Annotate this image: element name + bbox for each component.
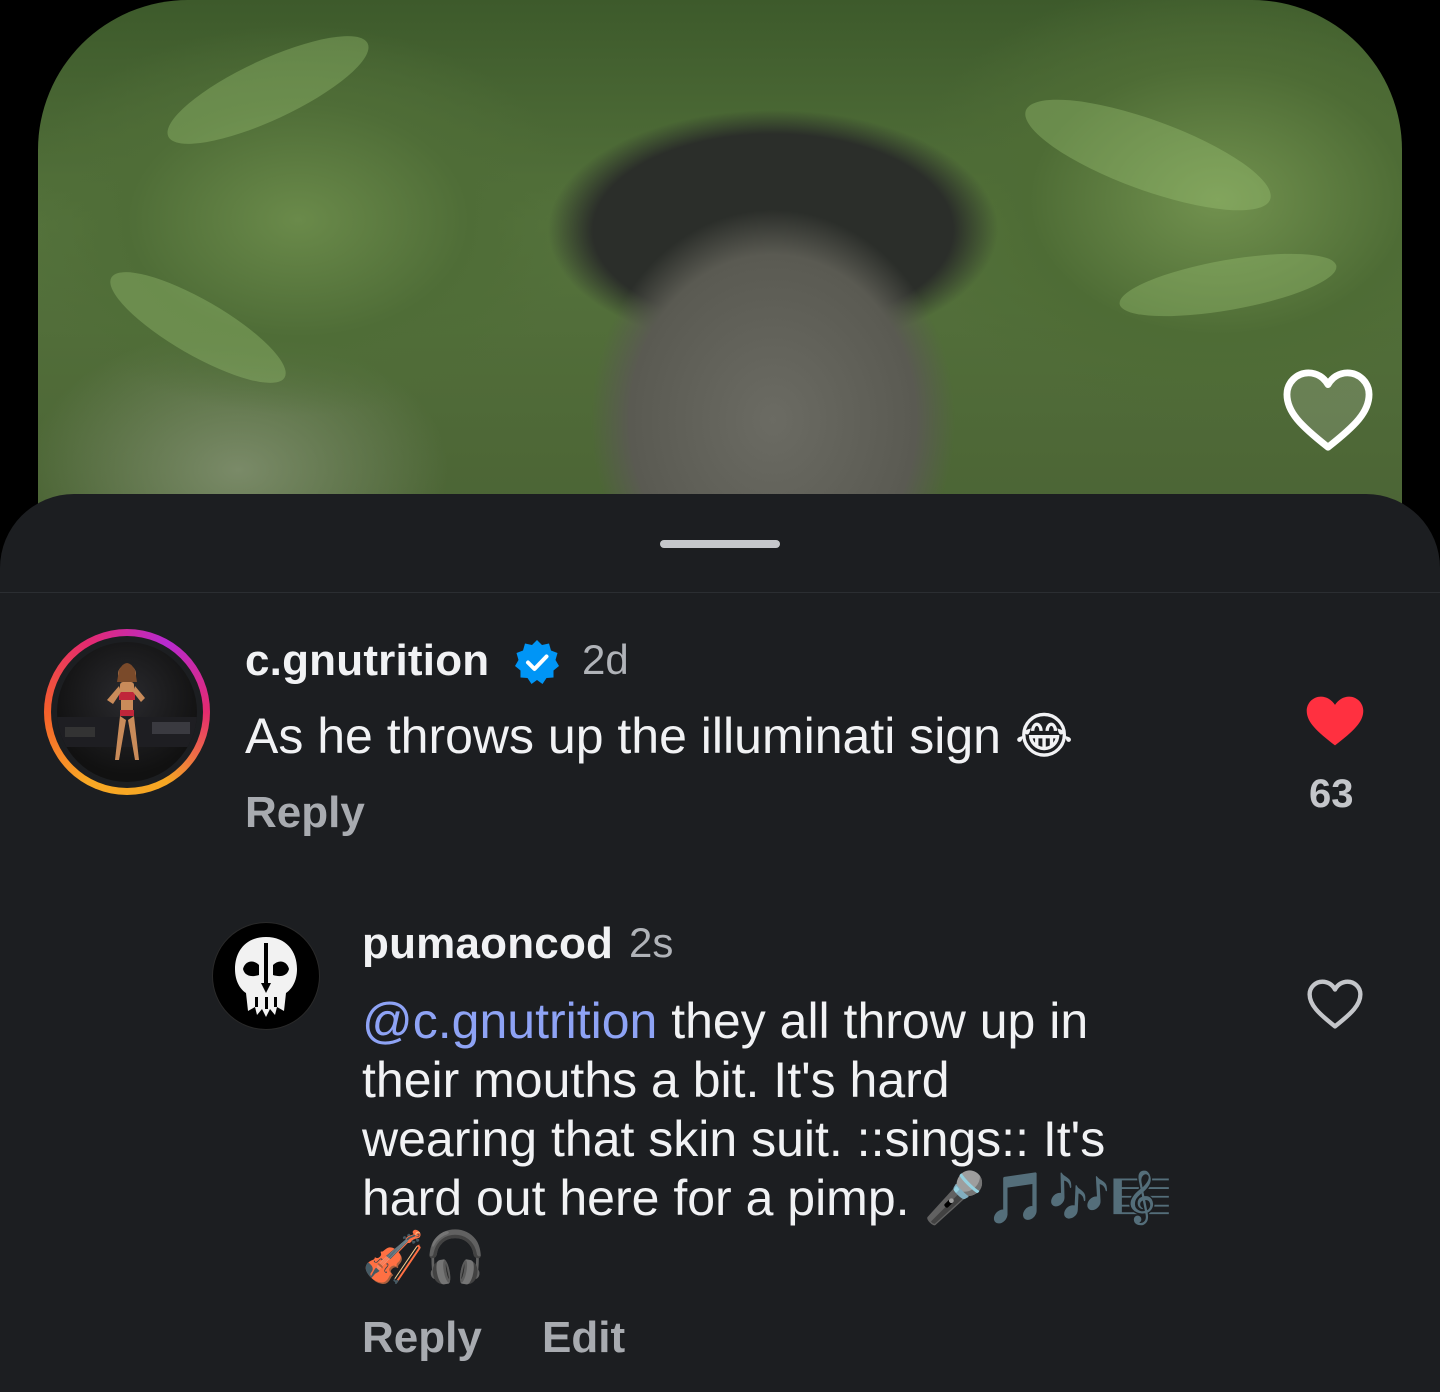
- like-heart-icon[interactable]: [1306, 978, 1364, 1030]
- comment-username[interactable]: c.gnutrition: [245, 636, 489, 686]
- avatar-photo: [57, 642, 197, 782]
- violin-headphones-emojis: 🎻🎧: [362, 1228, 487, 1286]
- verified-badge-icon: [515, 640, 559, 684]
- sheet-divider: [0, 592, 1440, 593]
- comment-text: As he throws up the illuminati sign 😂: [245, 707, 1074, 765]
- reply-button[interactable]: Reply: [245, 788, 365, 838]
- skull-mask-icon: [235, 937, 297, 1017]
- edit-button[interactable]: Edit: [542, 1313, 625, 1363]
- avatar[interactable]: [212, 922, 320, 1030]
- comment-timestamp: 2s: [629, 919, 674, 966]
- comment-timestamp: 2d: [582, 636, 629, 683]
- avatar[interactable]: [44, 629, 210, 795]
- liked-heart-icon[interactable]: [1304, 694, 1366, 748]
- reply-comment-text: @c.gnutrition they all throw up in their…: [362, 993, 1173, 1286]
- reply-button[interactable]: Reply: [362, 1313, 482, 1363]
- music-emojis: 🎤🎵🎶🎼: [923, 1169, 1173, 1227]
- like-count: 63: [1309, 772, 1354, 816]
- video-like-heart-icon[interactable]: [1280, 367, 1376, 453]
- mention-link[interactable]: @c.gnutrition: [362, 993, 657, 1049]
- tears-of-joy-emoji: 😂: [1014, 707, 1074, 765]
- comment-username[interactable]: pumaoncod: [362, 919, 613, 969]
- sheet-drag-handle[interactable]: [660, 540, 780, 548]
- video-background: [38, 0, 1402, 560]
